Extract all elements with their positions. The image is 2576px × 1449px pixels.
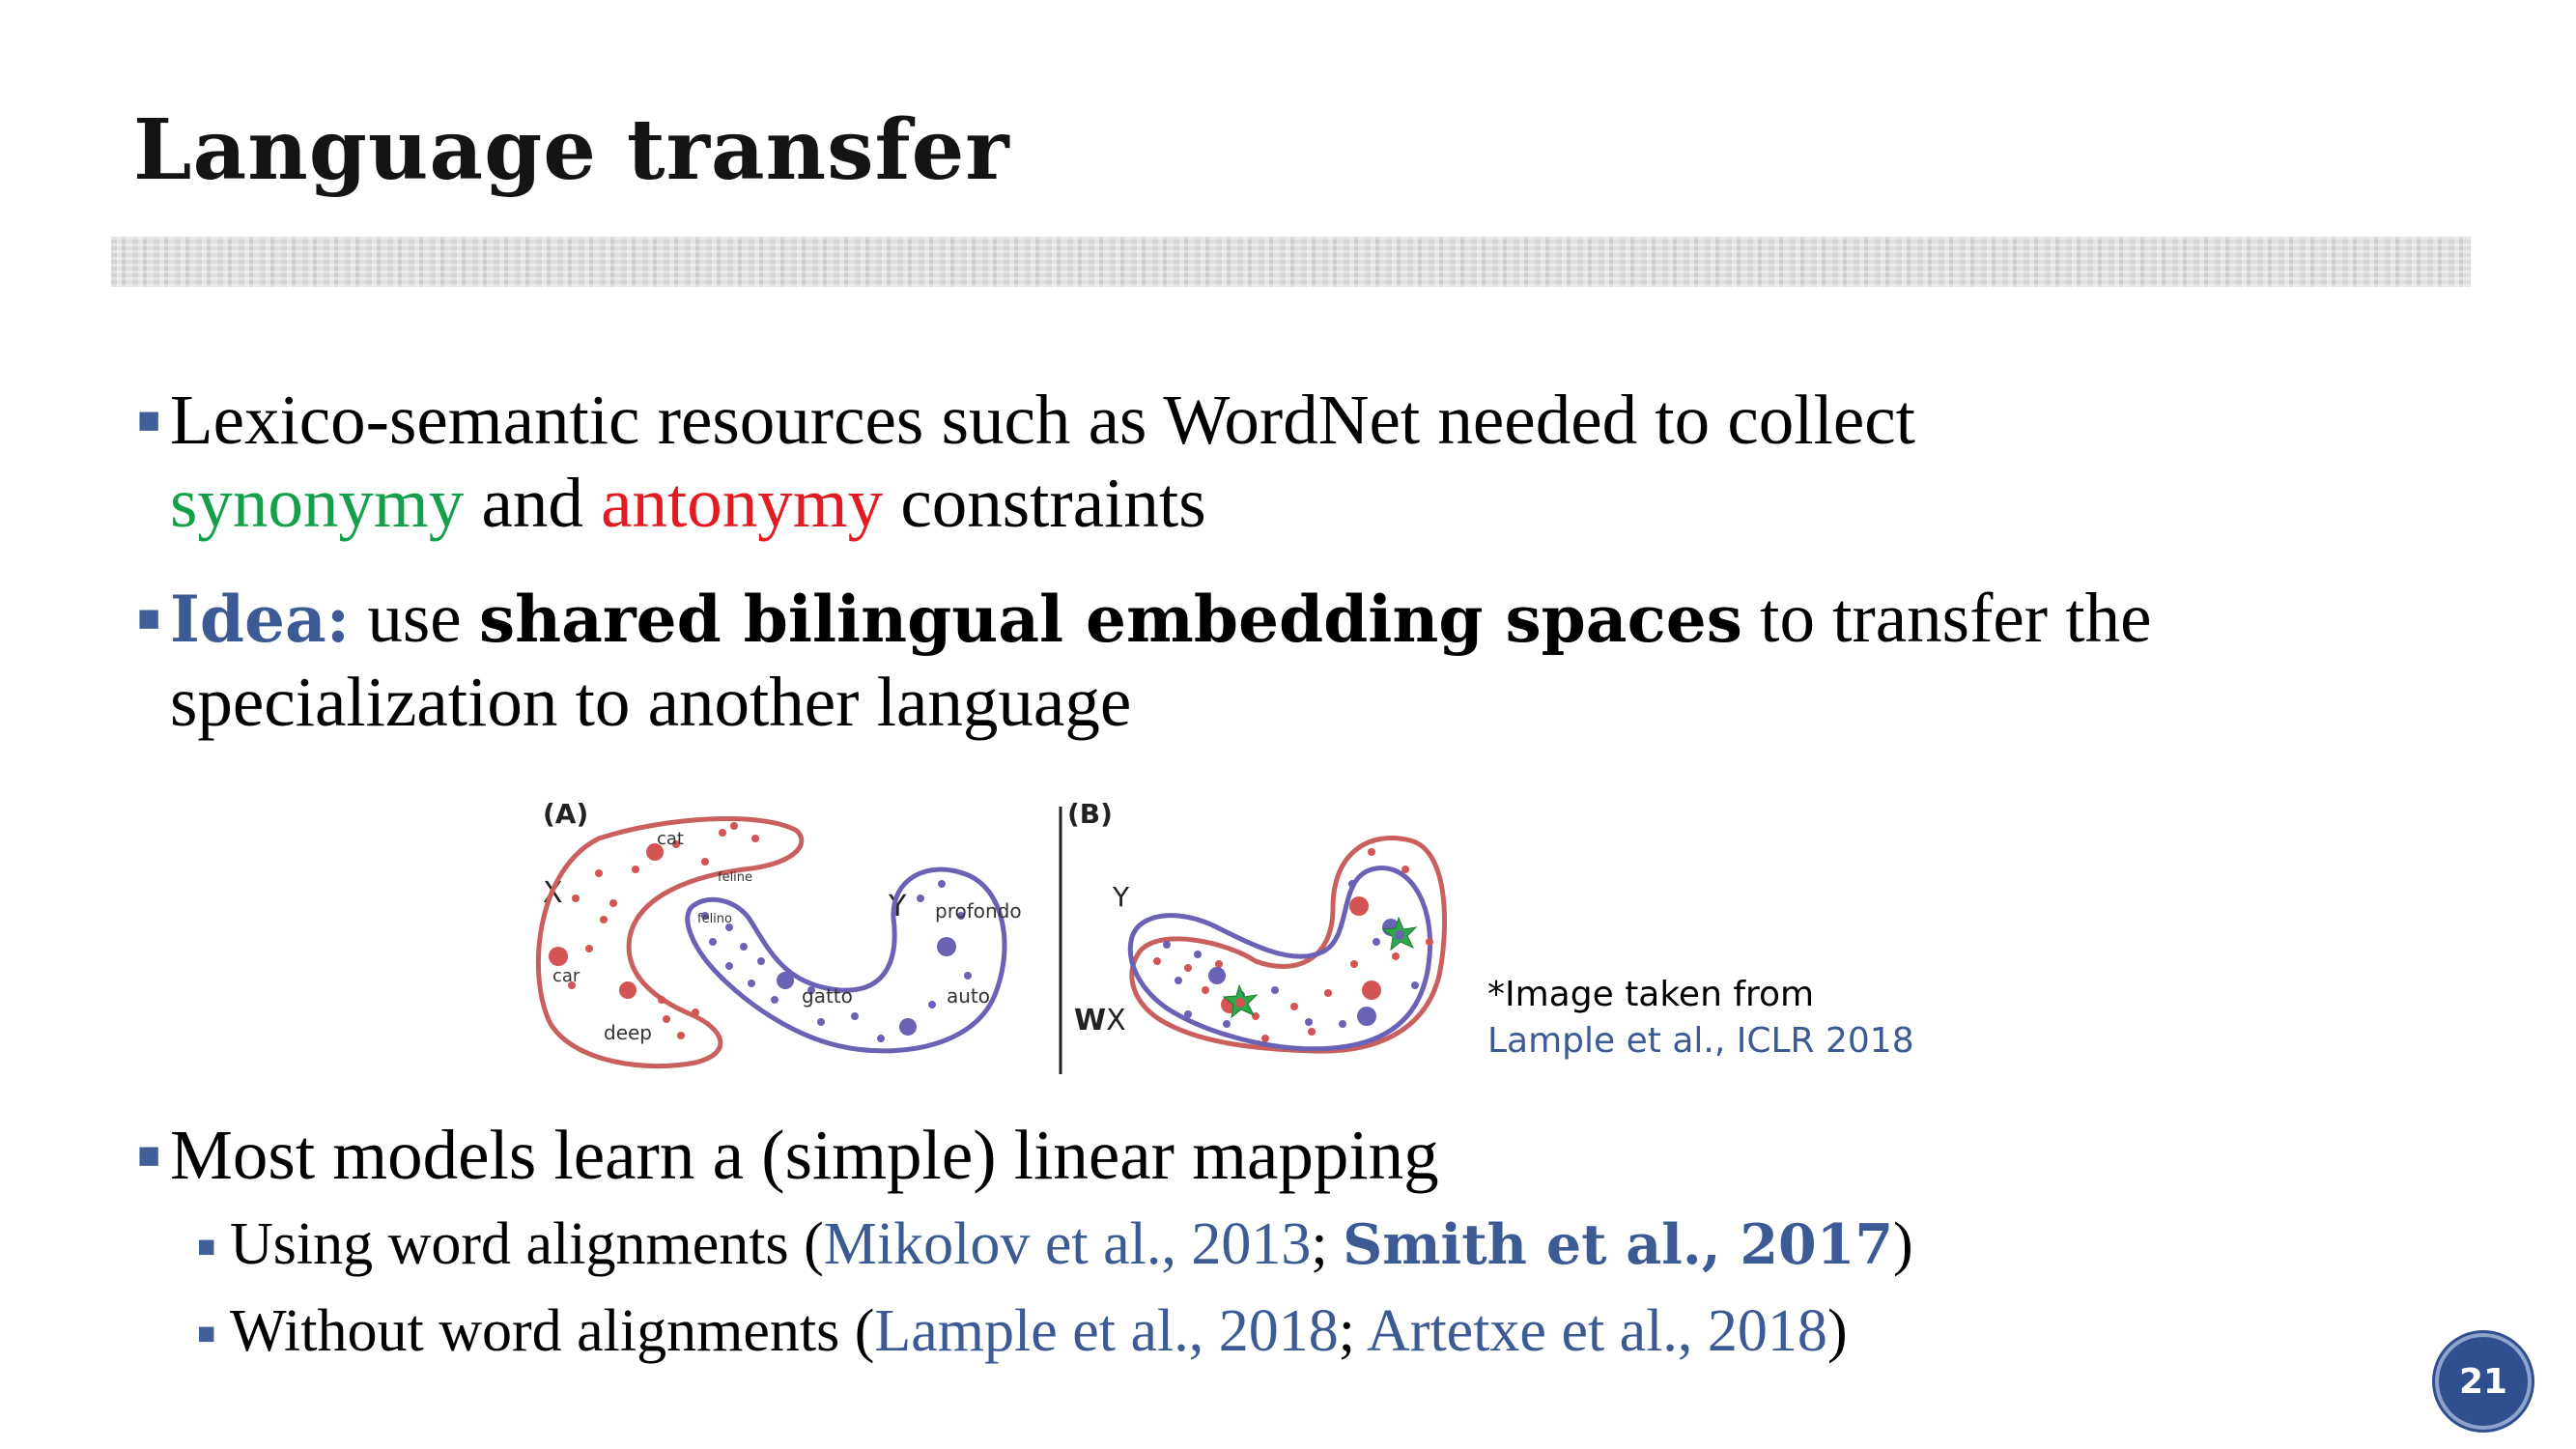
word-gatto: gatto: [802, 984, 853, 1008]
bullet-text: Lexico-semantic resources such as WordNe…: [170, 381, 1915, 459]
title-divider-band: [111, 237, 2471, 287]
citation-smith[interactable]: Smith et al., 2017: [1343, 1212, 1893, 1277]
caption-citation-link[interactable]: Lample et al., ICLR 2018: [1487, 1018, 1914, 1065]
slide-number-badge: 21: [2435, 1333, 2532, 1430]
subbullet-without-alignments: ■ Without word alignments (Lample et al.…: [197, 1296, 1848, 1366]
square-bullet-icon: ■: [197, 1229, 216, 1264]
citation-separator: ;: [1338, 1298, 1368, 1364]
citation-mikolov[interactable]: Mikolov et al., 2013: [824, 1211, 1312, 1277]
image-credit-caption: *Image taken from Lample et al., ICLR 20…: [1487, 972, 1914, 1065]
bullet-idea: ■ Idea: use shared bilingual embedding s…: [137, 577, 2440, 744]
idea-label: Idea:: [170, 582, 351, 657]
embedding-space-figure: (A) X Y cat feline car deep felino gatto…: [535, 798, 1448, 1074]
word-auto: auto: [947, 984, 990, 1008]
subbullet-word-alignments: ■ Using word alignments (Mikolov et al.,…: [197, 1209, 1913, 1280]
antonymy-word: antonymy: [601, 464, 884, 542]
word-felino: felino: [697, 912, 732, 926]
subbullet-text: Using word alignments (: [230, 1211, 824, 1277]
blue-points-a: [701, 880, 972, 1042]
wx-label: WX: [1074, 1004, 1126, 1037]
anchor-star-icon: [1222, 916, 1418, 1019]
panel-a-label: (A): [543, 798, 588, 830]
bullet-text-constraints: constraints: [883, 464, 1206, 542]
blue-region-a: [685, 867, 1007, 1054]
citation-artetxe[interactable]: Artetxe et al., 2018: [1367, 1298, 1827, 1364]
bullet-lexico-semantic: ■ Lexico-semantic resources such as Word…: [137, 379, 2392, 545]
square-bullet-icon: ■: [137, 596, 161, 639]
citation-separator: ;: [1311, 1211, 1344, 1277]
bullet-linear-mapping: ■ Most models learn a (simple) linear ma…: [137, 1114, 2392, 1197]
square-bullet-icon: ■: [137, 398, 161, 441]
panel-b-label: (B): [1067, 798, 1113, 830]
slide-title: Language transfer: [133, 101, 1010, 199]
square-bullet-icon: ■: [137, 1133, 161, 1177]
bullet-text: Most models learn a (simple) linear mapp…: [170, 1116, 1439, 1194]
blue-region-b: [1127, 866, 1433, 1052]
citation-lample[interactable]: Lample et al., 2018: [874, 1298, 1338, 1364]
word-car: car: [552, 966, 580, 986]
word-profondo: profondo: [935, 899, 1022, 923]
space-y-label-b: Y: [1112, 881, 1130, 913]
bullet-text-use: use: [350, 579, 479, 657]
word-cat: cat: [657, 829, 684, 849]
subbullet-text: Without word alignments (: [230, 1298, 875, 1364]
bold-shared-spaces: shared bilingual embedding spaces: [478, 582, 1742, 657]
citation-close: ): [1826, 1298, 1848, 1364]
bullet-text-and: and: [464, 464, 602, 542]
synonymy-word: synonymy: [170, 464, 465, 542]
word-feline: feline: [718, 870, 752, 885]
square-bullet-icon: ■: [197, 1316, 216, 1350]
caption-line-1: *Image taken from: [1487, 975, 1815, 1014]
citation-close: ): [1893, 1211, 1913, 1277]
word-deep: deep: [604, 1021, 652, 1044]
